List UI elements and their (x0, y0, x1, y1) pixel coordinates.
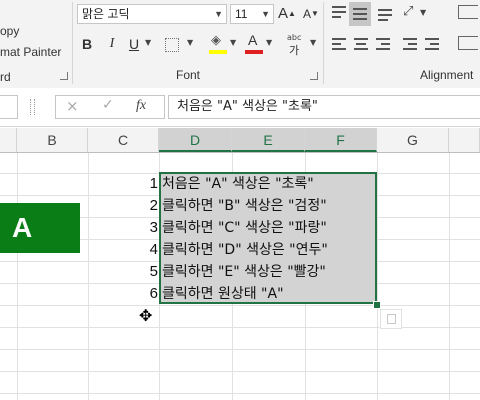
cancel-icon[interactable]: × (66, 97, 79, 115)
bold-button[interactable]: B (78, 33, 96, 55)
font-color-bar (245, 50, 263, 54)
font-group-label: Font (176, 68, 201, 82)
quick-analysis-button[interactable] (380, 309, 402, 329)
copy-button[interactable]: opy (0, 24, 19, 38)
chevron-down-icon[interactable]: ▼ (145, 38, 151, 47)
enter-icon[interactable]: ✓ (102, 97, 114, 113)
align-left-icon[interactable] (332, 38, 346, 53)
increase-indent-icon[interactable] (425, 38, 439, 53)
ribbon: opy mat Painter rd 맑은 고딕 ▼ 11 ▼ A▲ A▼ B … (0, 0, 480, 89)
gridline (0, 393, 480, 394)
bottom-align-icon[interactable] (378, 9, 392, 24)
column-header-b[interactable]: B (17, 128, 88, 152)
row-number-cell[interactable]: 5 (130, 261, 158, 283)
column-header-d[interactable]: D (159, 128, 232, 152)
text-cell[interactable]: 클릭하면 "B" 색상은 "검정" (162, 195, 327, 217)
orientation-icon[interactable]: ⤢ (403, 4, 413, 19)
chevron-down-icon: ▼ (214, 9, 223, 19)
column-header-partial[interactable] (0, 128, 17, 152)
top-align-icon[interactable] (332, 6, 346, 21)
gridline (0, 305, 480, 306)
gridline (0, 349, 480, 350)
decrease-font-size-icon[interactable]: A▼ (302, 3, 320, 25)
gridline (17, 153, 18, 400)
font-color-icon: A (248, 32, 258, 48)
gridline (88, 153, 89, 400)
increase-font-size-icon[interactable]: A▲ (278, 3, 296, 25)
green-shape-button[interactable]: A (0, 203, 80, 253)
move-cursor-icon: ✥ (139, 306, 153, 325)
paint-bucket-icon: ◈ (211, 33, 221, 48)
formula-buttons: × ✓ fx (55, 95, 165, 119)
chevron-down-icon[interactable]: ▼ (187, 38, 193, 47)
chevron-down-icon[interactable]: ▼ (310, 38, 316, 47)
phonetic-button[interactable]: abc 가 (286, 33, 308, 57)
text-cell[interactable]: 처음은 "A" 색상은 "초록" (162, 173, 314, 195)
group-divider (323, 2, 324, 84)
chevron-down-icon[interactable]: ▼ (266, 38, 272, 47)
font-size-value: 11 (235, 7, 248, 21)
quick-analysis-icon (387, 314, 396, 324)
chevron-down-icon[interactable]: ▼ (420, 8, 426, 17)
font-name-select[interactable]: 맑은 고딕 ▼ (77, 4, 227, 24)
text-cell[interactable]: 클릭하면 "D" 색상은 "연두" (162, 239, 328, 261)
font-launcher-icon[interactable] (310, 72, 318, 80)
row-number-cell[interactable]: 2 (130, 195, 158, 217)
insert-function-button[interactable]: fx (136, 98, 146, 114)
underline-button[interactable]: U (125, 33, 143, 55)
column-header-e[interactable]: E (232, 128, 305, 152)
row-number-cell[interactable]: 4 (130, 239, 158, 261)
decrease-indent-icon[interactable] (403, 38, 417, 53)
clipboard-launcher-icon[interactable] (60, 72, 68, 80)
text-cell[interactable]: 클릭하면 원상태 "A" (162, 283, 284, 305)
phonetic-label: 가 (289, 44, 300, 57)
align-right-icon[interactable] (376, 38, 390, 53)
middle-align-icon (353, 8, 367, 23)
gridline (0, 371, 480, 372)
text-cell[interactable]: 클릭하면 "E" 색상은 "빨강" (162, 261, 326, 283)
chevron-down-icon[interactable]: ▼ (230, 38, 236, 47)
row-number-cell[interactable]: 3 (130, 217, 158, 239)
font-size-select[interactable]: 11 ▼ (230, 4, 274, 24)
clipboard-group-label: rd (0, 70, 11, 84)
italic-button[interactable]: I (103, 33, 121, 55)
font-color-button[interactable]: A (244, 32, 264, 55)
gridline (449, 153, 450, 400)
merge-center-icon[interactable] (458, 36, 478, 50)
fill-handle[interactable] (373, 301, 381, 309)
alignment-group-label: Alignment (420, 68, 474, 82)
align-center-icon[interactable] (354, 38, 368, 53)
borders-icon[interactable] (165, 38, 179, 52)
resize-grip-icon[interactable] (30, 99, 35, 115)
phonetic-icon: abc (287, 33, 302, 42)
text-cell[interactable]: 클릭하면 "C" 색상은 "파랑" (162, 217, 327, 239)
chevron-down-icon: ▼ (261, 9, 270, 19)
gridline (377, 153, 378, 400)
wrap-text-icon[interactable] (458, 5, 478, 19)
column-header-h-partial[interactable] (449, 128, 480, 152)
font-name-value: 맑은 고딕 (82, 7, 130, 21)
fill-color-button[interactable]: ◈ (208, 33, 228, 55)
middle-align-button[interactable] (349, 2, 371, 26)
formula-input[interactable]: 처음은 "A" 색상은 "초록" (168, 95, 480, 119)
column-header-c[interactable]: C (88, 128, 159, 152)
name-box[interactable] (0, 95, 18, 119)
column-header-f[interactable]: F (305, 128, 377, 152)
group-divider (72, 2, 73, 84)
row-number-cell[interactable]: 1 (130, 173, 158, 195)
column-header-g[interactable]: G (377, 128, 449, 152)
fill-color-bar (209, 50, 227, 54)
column-header-bar: B C D E F G (0, 128, 480, 153)
format-painter-button[interactable]: mat Painter (0, 45, 61, 59)
row-number-cell[interactable]: 6 (130, 283, 158, 305)
gridline (0, 327, 480, 328)
